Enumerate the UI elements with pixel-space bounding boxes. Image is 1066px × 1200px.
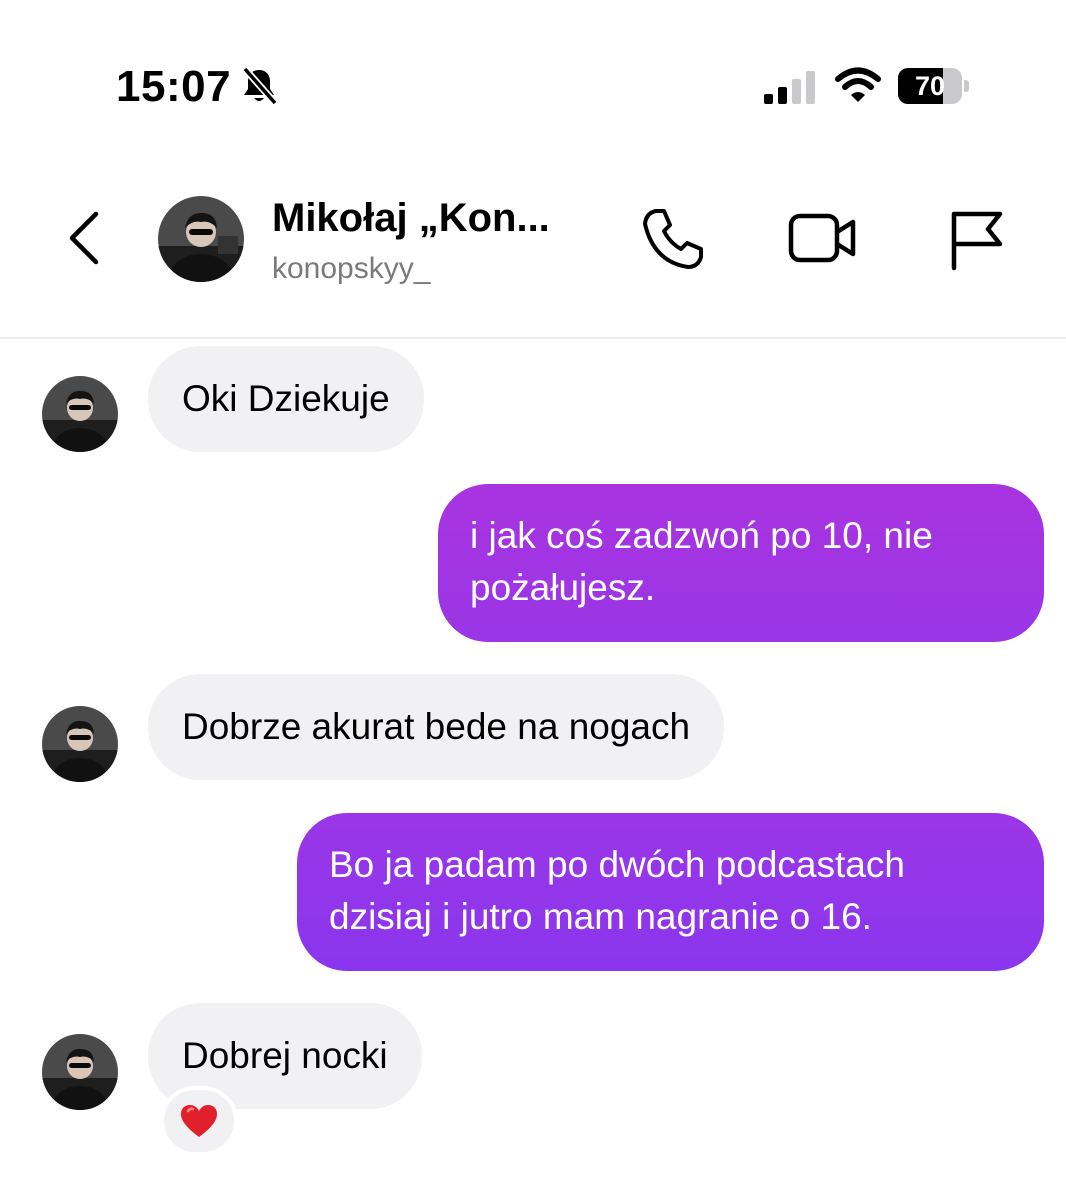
message-text-line: dzisiaj i jutro mam nagranie o 16. [329,896,872,937]
message-bubble-incoming[interactable]: Oki Dziekuje [148,346,424,452]
sender-avatar[interactable] [42,706,118,782]
message-text: Oki Dziekuje [182,378,390,419]
contact-name[interactable]: Mikołaj „Kon... [272,196,550,241]
cellular-signal-icon [764,71,815,104]
flag-icon[interactable] [944,206,1004,272]
message-bubble-incoming[interactable]: Dobrze akurat bede na nogach [148,674,725,780]
heart-icon [181,1105,217,1137]
message-text-line: pożałujesz. [470,567,656,608]
phone-icon[interactable] [640,206,706,272]
contact-handle[interactable]: konopskyy_ [272,252,430,286]
battery-cap [964,80,969,92]
sender-avatar[interactable] [42,376,118,452]
message-bubble-outgoing[interactable]: i jak coś zadzwoń po 10, nie pożałujesz. [438,484,1044,642]
status-time: 15:07 [116,62,232,111]
chevron-left-icon[interactable] [62,210,106,266]
header-divider [0,337,1066,339]
avatar[interactable] [158,196,244,282]
bell-slash-icon [242,66,278,106]
video-camera-icon[interactable] [786,206,858,270]
message-text-line: Bo ja padam po dwóch podcastach [329,844,905,885]
message-text: Dobrze akurat bede na nogach [182,706,691,747]
message-reaction[interactable] [160,1086,238,1156]
wifi-icon [835,67,881,102]
battery-percentage: 70 [914,71,946,101]
message-text: Dobrej nocki [182,1035,388,1076]
message-bubble-outgoing[interactable]: Bo ja padam po dwóch podcastach dzisiaj … [297,813,1044,971]
message-text-line: i jak coś zadzwoń po 10, nie [470,515,933,556]
battery-body: 70 [898,68,962,104]
sender-avatar[interactable] [42,1034,118,1110]
battery-indicator: 70 [898,68,969,104]
chat-screen: 15:07 70 Mikołaj „Kon... konopskyy_ Oki … [0,0,1066,1200]
